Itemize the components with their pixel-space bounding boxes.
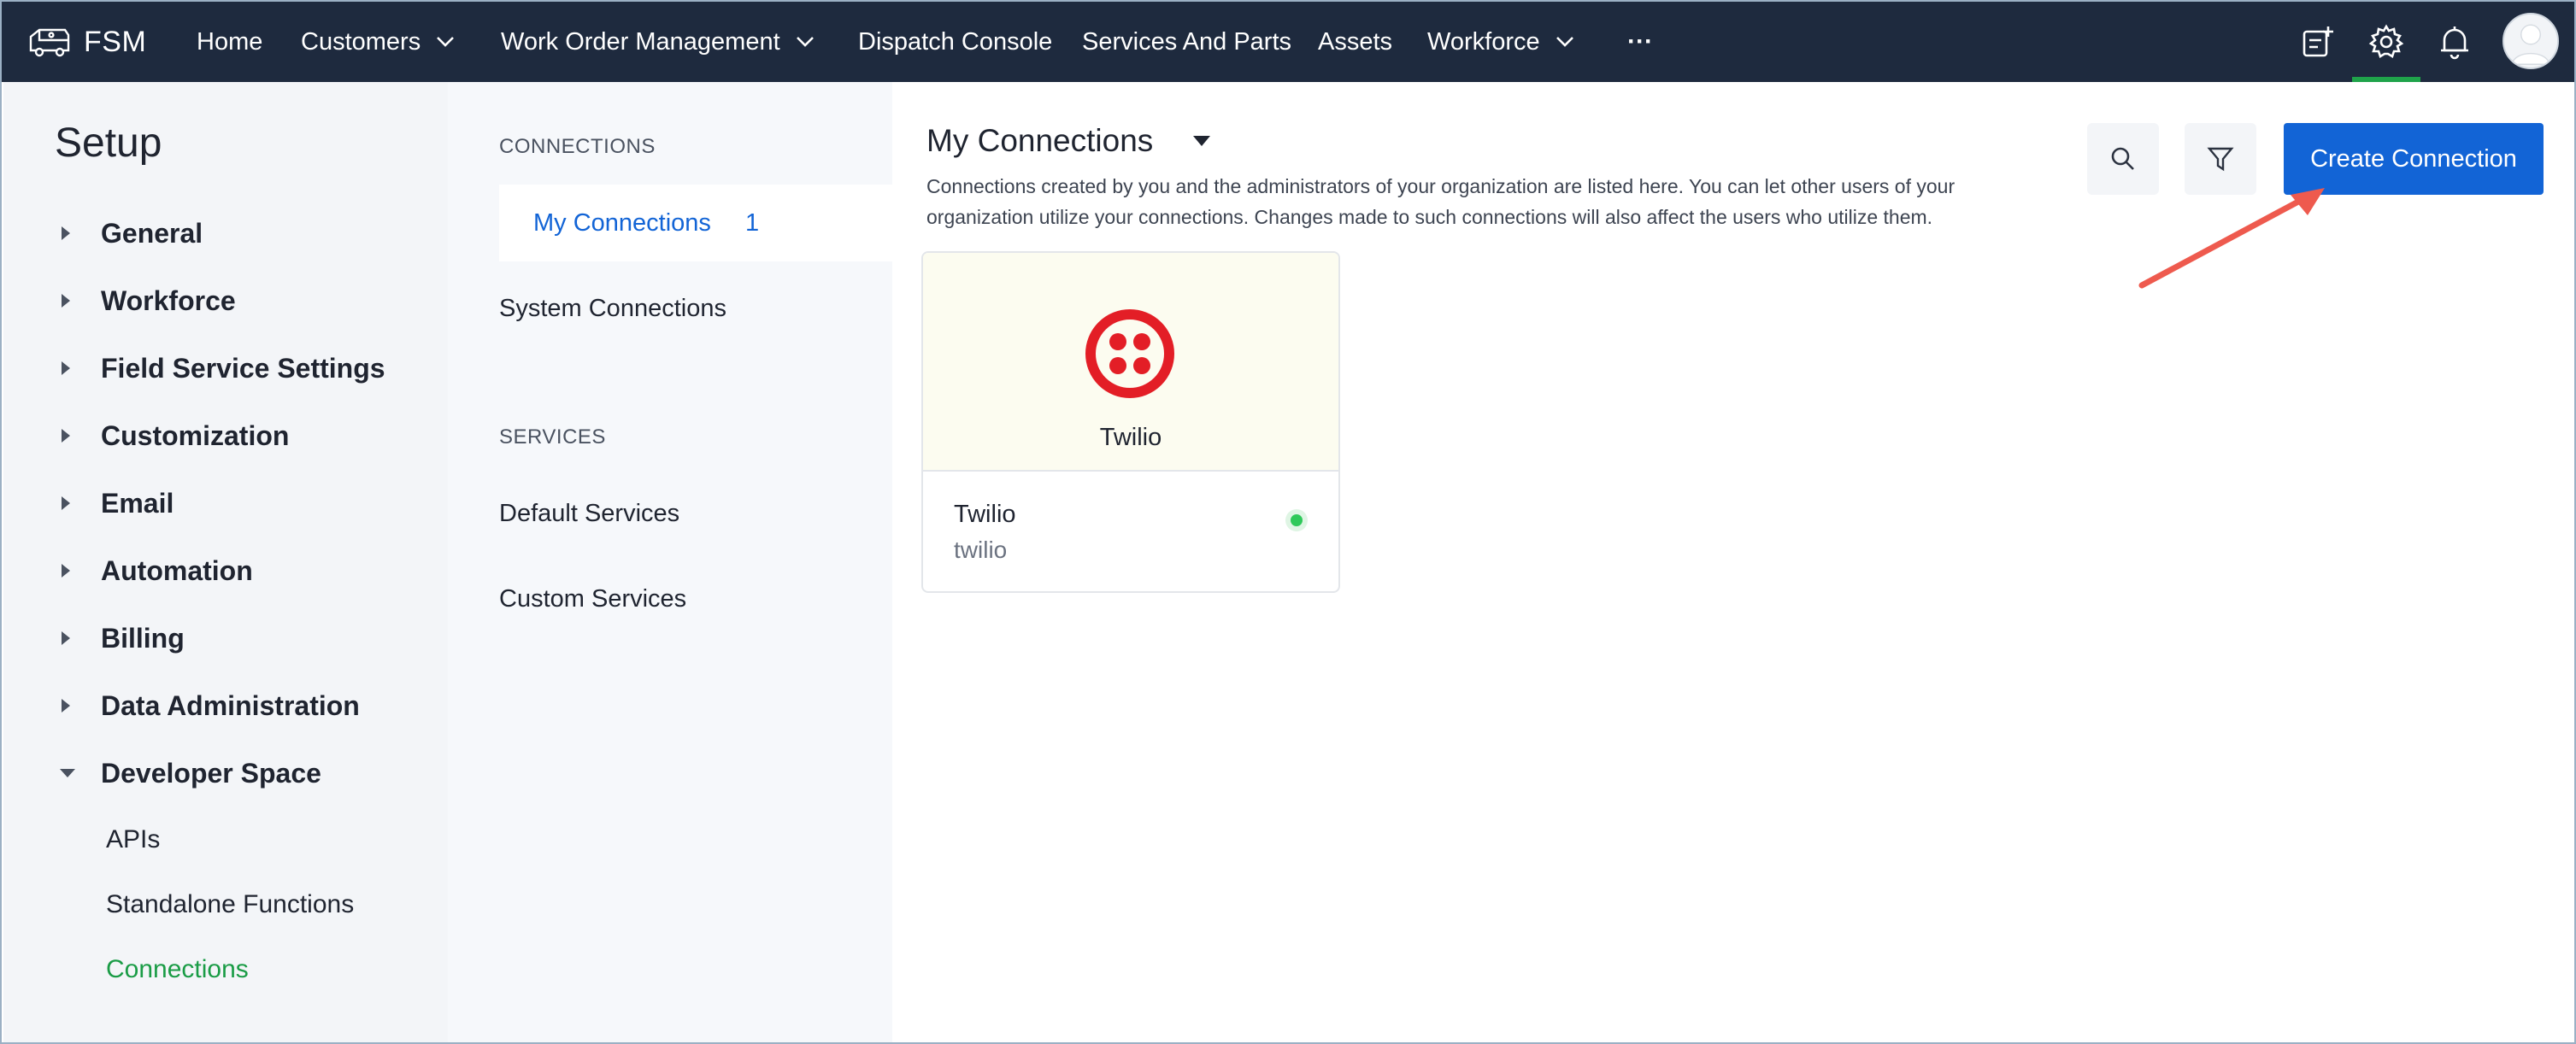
- setup-item-billing[interactable]: Billing: [58, 617, 185, 660]
- nav-home[interactable]: Home: [197, 2, 262, 82]
- setup-item-label: Field Service Settings: [101, 352, 385, 384]
- setup-sub-connections[interactable]: Connections: [106, 950, 249, 989]
- setup-item-label: Data Administration: [101, 689, 360, 721]
- card-header: Twilio: [923, 253, 1338, 470]
- brand-name: FSM: [84, 25, 147, 58]
- nav-assets-label: Assets: [1318, 27, 1393, 56]
- notifications-button[interactable]: [2432, 20, 2477, 64]
- caret-right-icon: [62, 294, 70, 308]
- connections-heading: CONNECTIONS: [499, 135, 656, 158]
- caret-right-icon: [62, 429, 70, 443]
- gear-icon: [2368, 24, 2404, 58]
- setup-sidebar: Setup General Workforce Field Service Se…: [3, 82, 448, 1042]
- setup-item-label: Workforce: [101, 284, 236, 316]
- nav-workforce[interactable]: Workforce: [1427, 2, 1574, 82]
- setup-sub-apis[interactable]: APIs: [106, 820, 160, 859]
- nav-customers[interactable]: Customers: [301, 2, 455, 82]
- page-title: My Connections: [926, 123, 1154, 158]
- nav-work-order-management-label: Work Order Management: [501, 27, 780, 56]
- chevron-down-icon: [796, 37, 814, 47]
- caret-right-icon: [62, 699, 70, 713]
- default-services-tab[interactable]: Default Services: [499, 492, 679, 535]
- chevron-down-icon: [437, 37, 455, 47]
- status-connected-indicator: [1285, 509, 1308, 531]
- connections-column: CONNECTIONS My Connections 1 System Conn…: [448, 82, 892, 1042]
- user-avatar-icon: [2504, 15, 2557, 67]
- twilio-logo-icon: [1085, 309, 1174, 398]
- setup-item-field-service-settings[interactable]: Field Service Settings: [58, 347, 385, 390]
- annotation-arrow-icon: [2138, 188, 2325, 289]
- more-menu-button[interactable]: ···: [1627, 2, 1653, 82]
- caret-right-icon: [62, 631, 70, 645]
- add-note-icon: [2303, 26, 2333, 57]
- setup-title: Setup: [55, 120, 162, 166]
- main-panel: My Connections Connections created by yo…: [892, 82, 2574, 1042]
- page-description: Connections created by you and the admin…: [926, 175, 1956, 228]
- top-navigation-bar: FSM Home Customers Work Order Management…: [2, 2, 2574, 82]
- nav-workforce-label: Workforce: [1427, 27, 1540, 56]
- setup-item-customization[interactable]: Customization: [58, 414, 289, 457]
- setup-item-data-administration[interactable]: Data Administration: [58, 684, 360, 727]
- caret-down-icon: [60, 769, 75, 777]
- caret-right-icon: [62, 361, 70, 375]
- chevron-down-icon: [1556, 37, 1573, 47]
- card-logo-label: Twilio: [1099, 424, 1162, 451]
- nav-customers-label: Customers: [301, 27, 421, 56]
- fsm-van-logo-icon: [29, 28, 70, 57]
- status-dot-inner: [1291, 514, 1303, 526]
- caret-down-icon: [1193, 136, 1211, 146]
- nav-assets[interactable]: Assets: [1318, 2, 1392, 82]
- nav-services-and-parts[interactable]: Services And Parts: [1082, 2, 1291, 82]
- avatar[interactable]: [2502, 13, 2559, 69]
- caret-right-icon: [62, 226, 70, 240]
- system-connections-tab[interactable]: System Connections: [499, 287, 726, 330]
- settings-button[interactable]: [2364, 20, 2408, 64]
- setup-item-label: Email: [101, 487, 174, 519]
- setup-item-workforce[interactable]: Workforce: [58, 279, 236, 322]
- brand[interactable]: FSM: [27, 2, 146, 82]
- setup-item-label: Customization: [101, 419, 290, 451]
- card-divider: [923, 470, 1338, 472]
- my-connections-tab[interactable]: My Connections 1: [499, 185, 892, 261]
- search-icon: [2111, 147, 2134, 170]
- nav-dispatch-console-label: Dispatch Console: [858, 27, 1053, 56]
- more-menu-icon: ···: [1627, 27, 1653, 56]
- setup-item-label: Developer Space: [101, 757, 321, 789]
- app-frame: FSM Home Customers Work Order Management…: [0, 0, 2576, 1044]
- custom-services-tab[interactable]: Custom Services: [499, 578, 686, 620]
- add-note-button[interactable]: [2296, 20, 2340, 64]
- caret-right-icon: [62, 564, 70, 578]
- connection-name: Twilio: [954, 501, 1016, 528]
- caret-right-icon: [62, 496, 70, 510]
- connection-card-twilio[interactable]: Twilio Twilio twilio: [921, 251, 1340, 593]
- setup-item-label: General: [101, 217, 203, 249]
- setup-item-automation[interactable]: Automation: [58, 549, 253, 592]
- setup-item-label: Automation: [101, 554, 253, 586]
- my-connections-label: My Connections: [533, 208, 711, 237]
- nav-work-order-management[interactable]: Work Order Management: [501, 2, 815, 82]
- filter-icon: [2207, 147, 2234, 172]
- my-connections-count: 1: [744, 208, 760, 237]
- connection-service: twilio: [954, 537, 1008, 563]
- setup-sub-standalone-functions[interactable]: Standalone Functions: [106, 885, 354, 924]
- setup-item-developer-space[interactable]: Developer Space: [58, 752, 321, 795]
- nav-services-and-parts-label: Services And Parts: [1082, 27, 1291, 56]
- connections-view-selector[interactable]: My Connections: [926, 123, 1211, 159]
- bell-icon: [2441, 26, 2468, 60]
- nav-home-label: Home: [197, 27, 263, 56]
- nav-dispatch-console[interactable]: Dispatch Console: [858, 2, 1052, 82]
- setup-item-general[interactable]: General: [58, 212, 203, 255]
- setup-item-email[interactable]: Email: [58, 482, 173, 525]
- services-heading: SERVICES: [499, 425, 606, 449]
- setup-item-label: Billing: [101, 622, 185, 654]
